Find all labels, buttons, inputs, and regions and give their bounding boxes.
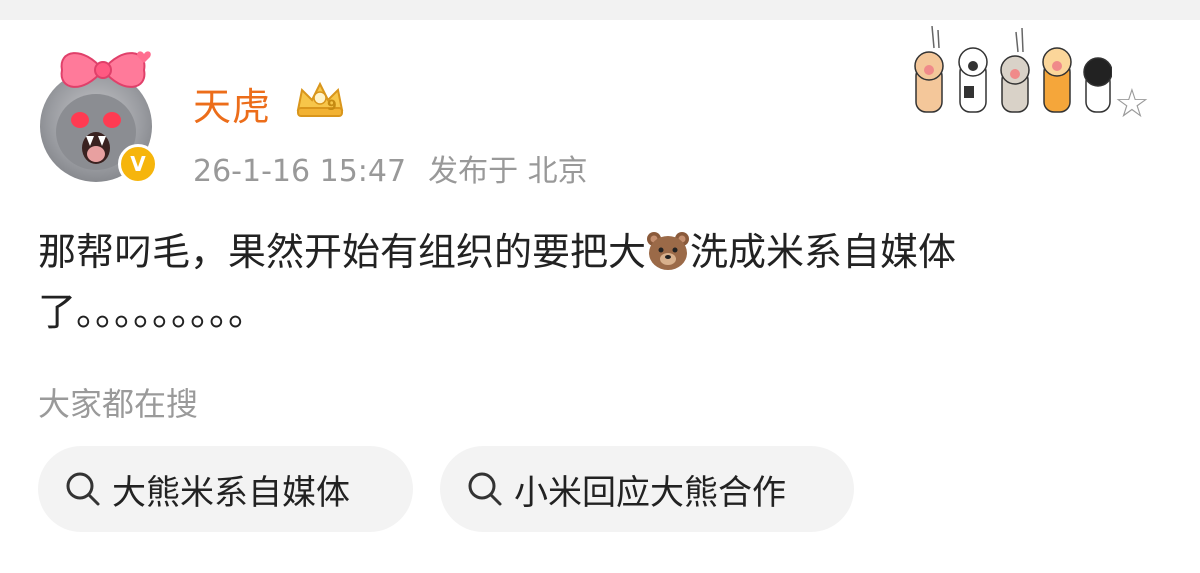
bear-face-emoji [647,232,690,270]
crown-badge-icon[interactable] [294,80,346,118]
search-chip-label: 大熊米系自媒体 [112,472,350,513]
top-separator [0,0,1200,20]
search-section-label: 大家都在搜 [38,385,199,423]
search-chip-label: 小米回应大熊合作 [514,472,786,513]
search-chip-2[interactable]: 小米回应大熊合作 [440,446,854,532]
bow-icon [60,51,151,88]
avatar[interactable]: V [38,40,158,190]
verified-icon: V [118,144,158,184]
level-number: 9 [327,98,337,114]
username[interactable]: 天虎 [193,76,271,131]
cat-paws-decoration [914,26,1112,113]
post-content: 那帮叼毛，果然开始有组织的要把大 洗成米系自媒体了。。。。。。。。。 [38,222,1158,342]
search-chip-1[interactable]: 大熊米系自媒体 [38,446,413,532]
location: 发布于 北京 [428,154,588,189]
content-text-part1: 那帮叼毛，果然开始有组织的要把大 [38,230,647,274]
timestamp: 26-1-16 15:47 [193,154,407,189]
star-icon[interactable]: ☆ [1114,84,1150,124]
post-meta: 26-1-16 15:47 发布于 北京 [193,146,588,190]
search-icon [468,472,502,506]
search-icon [66,472,100,506]
